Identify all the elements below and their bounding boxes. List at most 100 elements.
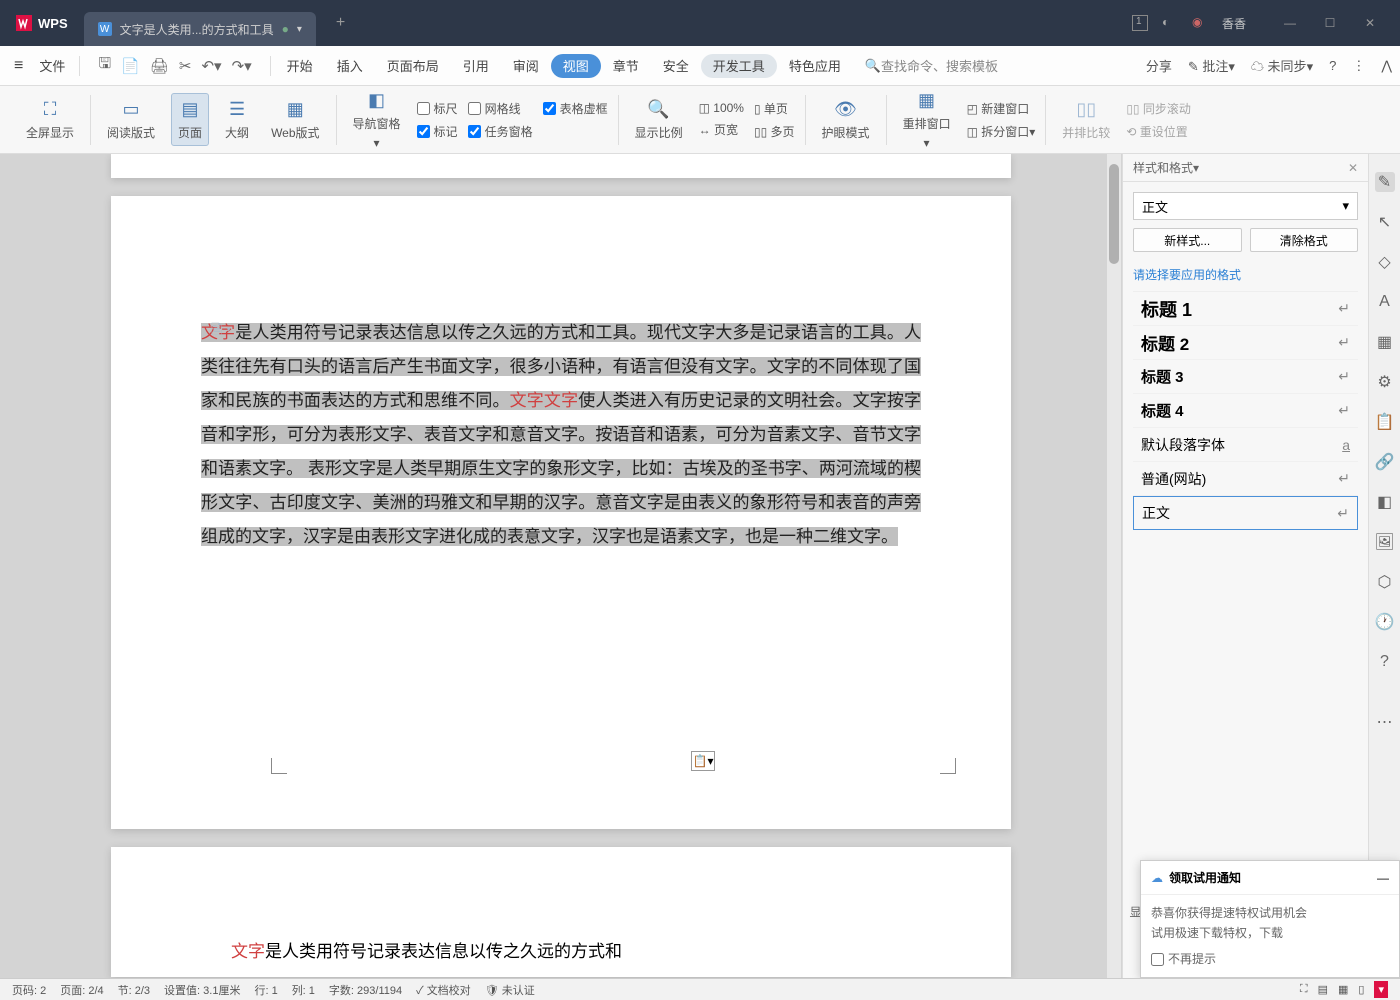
style-heading-3[interactable]: 标题 3↵ (1133, 360, 1358, 394)
eye-care-button[interactable]: 👁护眼模式 (816, 94, 876, 145)
tab-references[interactable]: 引用 (451, 46, 501, 86)
tool-layout[interactable]: ◧ (1375, 492, 1395, 512)
print-preview-icon[interactable]: 📄 (121, 57, 140, 75)
status-col[interactable]: 列: 1 (292, 982, 315, 998)
tool-more[interactable]: ⋯ (1375, 712, 1395, 732)
tool-image[interactable]: 🖼 (1375, 532, 1395, 552)
ruler-checkbox[interactable]: 标尺 (417, 100, 458, 117)
tool-select[interactable]: ↖ (1375, 212, 1395, 232)
tab-developer[interactable]: 开发工具 (701, 54, 777, 78)
tool-link[interactable]: 🔗 (1375, 452, 1395, 472)
help-icon[interactable]: ? (1329, 58, 1336, 73)
status-auth[interactable]: 🛡 未认证 (485, 982, 535, 998)
status-page-no[interactable]: 页码: 2 (12, 982, 46, 998)
page2-text[interactable]: 是人类用符号记录表达信息以传之久远的方式和 (265, 942, 622, 961)
cut-icon[interactable]: ✂ (179, 57, 192, 75)
hamburger-icon[interactable]: ≡ (8, 57, 29, 75)
badge-icon[interactable]: 1 (1132, 15, 1148, 31)
style-heading-2[interactable]: 标题 2↵ (1133, 326, 1358, 360)
tool-table[interactable]: ▦ (1375, 332, 1395, 352)
tab-special[interactable]: 特色应用 (777, 46, 853, 86)
multi-page-button[interactable]: ▯▯ 多页 (754, 123, 795, 140)
minimize-button[interactable]: — (1270, 8, 1310, 38)
task-pane-checkbox[interactable]: 任务窗格 (468, 123, 533, 140)
sync-button[interactable]: ☁ 未同步▾ (1251, 56, 1313, 75)
redo-icon[interactable]: ↷▾ (232, 57, 252, 75)
tab-review[interactable]: 审阅 (501, 46, 551, 86)
wps-logo[interactable]: WPS (0, 15, 84, 31)
scrollbar-thumb[interactable] (1109, 164, 1119, 264)
new-style-button[interactable]: 新样式... (1133, 228, 1242, 252)
tool-help[interactable]: ? (1375, 652, 1395, 672)
paste-options-button[interactable]: 📋▾ (691, 751, 715, 771)
red-tab-icon[interactable]: ▾ (1374, 981, 1388, 998)
document-area[interactable]: 🗎 ▾ 文字是人类用符号记录表达信息以传之久远的方式和工具。现代文字大多是记录语… (0, 154, 1122, 978)
single-page-button[interactable]: ▯ 单页 (754, 100, 795, 117)
view-web-icon[interactable]: ▦ (1338, 983, 1348, 996)
current-style-select[interactable]: 正文▾ (1133, 192, 1358, 220)
style-body-text[interactable]: 正文↵ (1133, 496, 1358, 530)
zoom-button[interactable]: 🔍显示比例 (629, 94, 689, 145)
fullscreen-button[interactable]: ⛶全屏显示 (20, 94, 80, 145)
print-icon[interactable]: 🖨 (150, 57, 169, 75)
file-menu[interactable]: 文件 (29, 56, 75, 75)
tab-section[interactable]: 章节 (601, 46, 651, 86)
tool-clipboard[interactable]: 📋 (1375, 412, 1395, 432)
table-grid-checkbox[interactable]: 表格虚框 (543, 100, 608, 117)
gridlines-checkbox[interactable]: 网格线 (468, 100, 533, 117)
comment-button[interactable]: ✎ 批注▾ (1188, 56, 1235, 75)
tab-page-layout[interactable]: 页面布局 (375, 46, 451, 86)
close-button[interactable]: ✕ (1350, 8, 1390, 38)
nav-pane-button[interactable]: ◧导航窗格▾ (347, 85, 407, 154)
status-section[interactable]: 节: 2/3 (118, 982, 150, 998)
document-tab[interactable]: W 文字是人类用...的方式和工具 ● ▾ (84, 12, 316, 46)
share-button[interactable]: 分享 (1146, 56, 1172, 75)
tab-menu-icon[interactable]: ▾ (297, 24, 302, 35)
read-layout-button[interactable]: ▭阅读版式 (101, 94, 161, 145)
undo-icon[interactable]: ↶▾ (201, 57, 221, 75)
tool-text[interactable]: A (1375, 292, 1395, 312)
split-window-button[interactable]: ◫ 拆分窗口▾ (967, 123, 1036, 140)
rearrange-button[interactable]: ▦重排窗口▾ (897, 85, 957, 154)
page-main[interactable]: 🗎 ▾ 文字是人类用符号记录表达信息以传之久远的方式和工具。现代文字大多是记录语… (111, 196, 1011, 829)
outline-button[interactable]: ☰大纲 (219, 94, 255, 145)
tool-format[interactable]: ✎ (1375, 172, 1395, 192)
style-normal-web[interactable]: 普通(网站)↵ (1133, 462, 1358, 496)
markup-checkbox[interactable]: 标记 (417, 123, 458, 140)
page2-text-red[interactable]: 文字 (231, 942, 265, 961)
maximize-button[interactable]: ☐ (1310, 8, 1350, 38)
page-width-button[interactable]: ↔ 页宽 (699, 121, 744, 138)
search-commands[interactable]: 🔍 查找命令、搜索模板 (853, 46, 1010, 86)
panel-close-button[interactable]: ✕ (1348, 161, 1358, 175)
page-layout-button[interactable]: ▤页面 (171, 93, 209, 146)
web-layout-button[interactable]: ▦Web版式 (265, 94, 325, 145)
skin-icon[interactable]: ◐ (1162, 15, 1178, 31)
style-heading-1[interactable]: 标题 1↵ (1133, 292, 1358, 326)
page-text[interactable]: 文字是人类用符号记录表达信息以传之久远的方式和工具。现代文字大多是记录语言的工具… (111, 196, 1011, 554)
new-window-button[interactable]: ◰ 新建窗口 (967, 100, 1036, 117)
status-position[interactable]: 设置值: 3.1厘米 (164, 982, 240, 998)
tool-settings[interactable]: ⚙ (1375, 372, 1395, 392)
status-page[interactable]: 页面: 2/4 (60, 982, 103, 998)
zoom-100-button[interactable]: ◫ 100% (699, 101, 744, 115)
collapse-ribbon-icon[interactable]: ⋀ (1381, 58, 1392, 74)
tool-shape[interactable]: ◇ (1375, 252, 1395, 272)
tab-insert[interactable]: 插入 (325, 46, 375, 86)
clear-format-button[interactable]: 清除格式 (1250, 228, 1359, 252)
page-next[interactable]: 文字是人类用符号记录表达信息以传之久远的方式和 (111, 847, 1011, 977)
tool-history[interactable]: 🕐 (1375, 612, 1395, 632)
view-print-icon[interactable]: ▤ (1318, 983, 1328, 996)
status-words[interactable]: 字数: 293/1194 (329, 982, 402, 998)
style-default-font[interactable]: 默认段落字体a (1133, 428, 1358, 462)
tab-security[interactable]: 安全 (651, 46, 701, 86)
status-spellcheck[interactable]: ✓ 文档校对 (416, 982, 471, 998)
user-avatar[interactable]: ◉ (1192, 15, 1208, 31)
save-icon[interactable]: 🖫 (98, 53, 111, 78)
add-tab-button[interactable]: + (326, 14, 355, 32)
notif-close-icon[interactable]: — (1377, 871, 1389, 885)
view-outline-icon[interactable]: ▯ (1358, 983, 1364, 996)
page-handle-icons[interactable]: 🗎 ▾ (211, 319, 231, 343)
tab-home[interactable]: 开始 (275, 46, 325, 86)
more-icon[interactable]: ⋮ (1352, 58, 1365, 74)
style-heading-4[interactable]: 标题 4↵ (1133, 394, 1358, 428)
